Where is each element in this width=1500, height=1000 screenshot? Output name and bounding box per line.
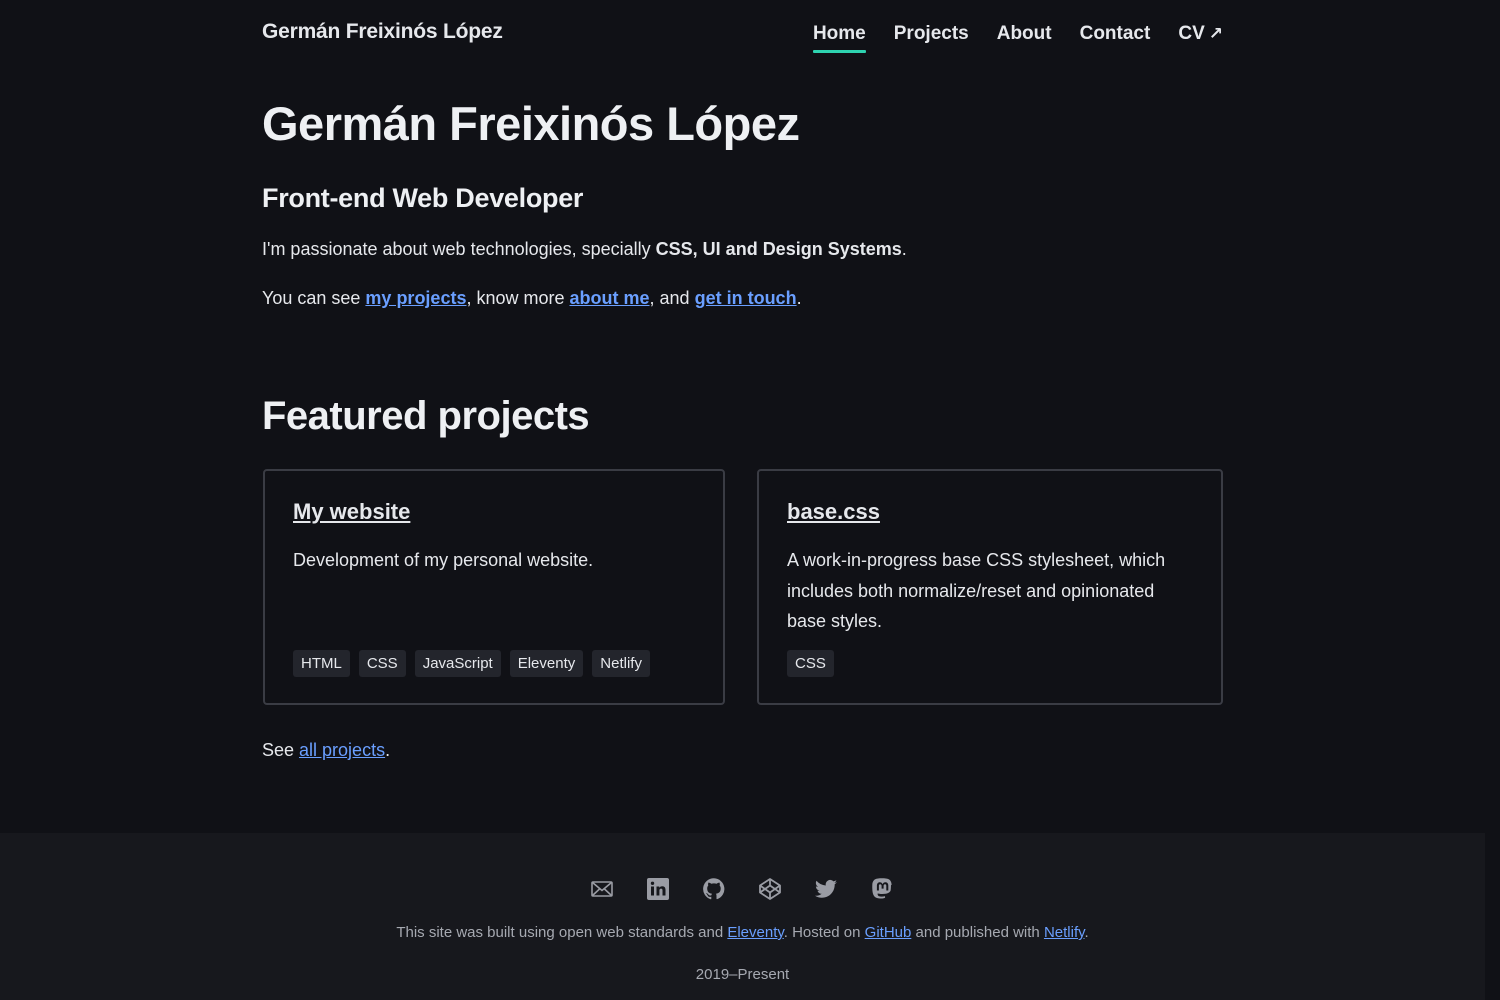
project-card-title: base.css: [787, 499, 880, 525]
eleventy-link[interactable]: Eleventy: [727, 924, 783, 941]
email-icon[interactable]: [590, 875, 646, 903]
project-tag: CSS: [787, 650, 834, 677]
netlify-link[interactable]: Netlify: [1044, 924, 1085, 941]
site-brand[interactable]: Germán Freixinós López: [262, 20, 503, 44]
page-title: Germán Freixinós López: [262, 97, 800, 150]
intro-text: I'm passionate about web technologies, s…: [262, 239, 656, 259]
project-tag: CSS: [358, 650, 406, 677]
see-text: See: [262, 740, 300, 760]
get-in-touch-link[interactable]: get in touch: [695, 288, 797, 308]
nav-item-home[interactable]: Home: [812, 23, 866, 53]
linkedin-icon[interactable]: [646, 875, 702, 903]
footer-years: 2019–Present: [695, 966, 790, 983]
credits-text: This site was built using open web stand…: [396, 924, 728, 941]
intro-paragraph: I'm passionate about web technologies, s…: [262, 239, 907, 260]
nav-item-cv-label: CV: [1178, 23, 1205, 44]
main-nav: Home Projects About Contact CV ↗: [812, 23, 1223, 53]
credits-text: and published with: [911, 924, 1044, 941]
page-subtitle: Front-end Web Developer: [262, 183, 584, 213]
project-tag: Eleventy: [509, 650, 584, 677]
links-text-end: .: [796, 288, 802, 308]
my-projects-link[interactable]: my projects: [365, 288, 466, 308]
links-text: , know more: [466, 288, 570, 308]
project-tags: CSS: [787, 650, 834, 677]
project-tag: Netlify: [592, 650, 650, 677]
all-projects-link[interactable]: all projects: [299, 740, 385, 760]
github-icon[interactable]: [702, 875, 758, 903]
project-title-link[interactable]: base.css: [787, 499, 880, 524]
codepen-icon[interactable]: [758, 875, 814, 903]
featured-projects-heading: Featured projects: [262, 394, 590, 438]
github-link[interactable]: GitHub: [865, 924, 912, 941]
see-all-projects: See all projects.: [262, 740, 390, 761]
credits-text-end: .: [1084, 924, 1089, 941]
nav-item-cv[interactable]: CV ↗: [1178, 23, 1223, 51]
project-tag: JavaScript: [414, 650, 501, 677]
see-text-end: .: [385, 740, 391, 760]
intro-text-end: .: [901, 239, 907, 259]
links-text: You can see: [262, 288, 366, 308]
external-arrow-icon: ↗: [1208, 24, 1223, 43]
site-header: Germán Freixinós López Home Projects Abo…: [262, 0, 1223, 70]
project-tags: HTML CSS JavaScript Eleventy Netlify: [293, 650, 650, 677]
project-tag: HTML: [293, 650, 350, 677]
project-card-description: A work-in-progress base CSS stylesheet, …: [787, 550, 1166, 631]
project-title-link[interactable]: My website: [293, 499, 410, 524]
intro-highlight: CSS, UI and Design Systems: [655, 239, 902, 259]
project-card-title: My website: [293, 499, 410, 525]
nav-item-projects[interactable]: Projects: [894, 23, 969, 51]
credits-text: . Hosted on: [783, 924, 865, 941]
nav-item-contact[interactable]: Contact: [1080, 23, 1151, 51]
project-card: base.css A work-in-progress base CSS sty…: [757, 469, 1223, 705]
twitter-icon[interactable]: [814, 875, 870, 903]
mastodon-icon[interactable]: [870, 875, 926, 903]
footer-credits: This site was built using open web stand…: [0, 924, 1485, 941]
project-card: My website Development of my personal we…: [263, 469, 725, 705]
about-me-link[interactable]: about me: [570, 288, 650, 308]
social-links: [590, 875, 926, 903]
links-text: , and: [649, 288, 695, 308]
project-card-description: Development of my personal website.: [293, 550, 594, 570]
site-footer: This site was built using open web stand…: [0, 833, 1485, 1000]
nav-item-about[interactable]: About: [997, 23, 1052, 51]
intro-links-paragraph: You can see my projects, know more about…: [262, 288, 802, 309]
